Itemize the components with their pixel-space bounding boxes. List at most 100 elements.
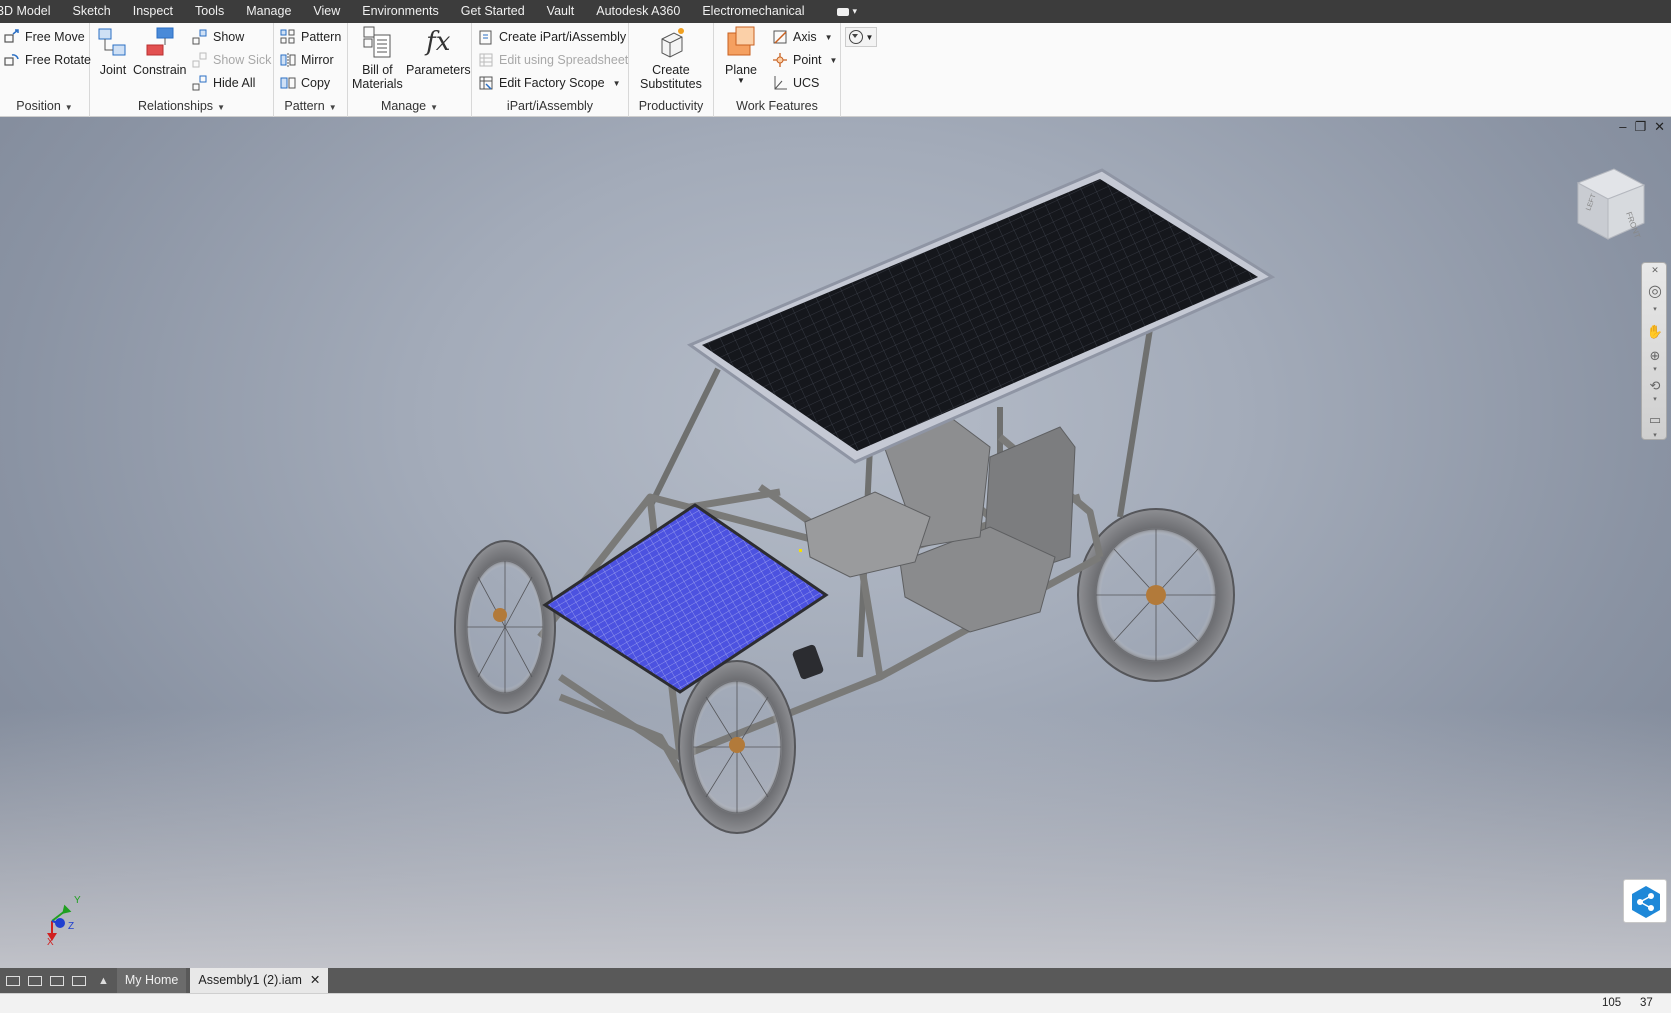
chevron-down-icon[interactable]: ▾ [1646, 429, 1664, 443]
show-sick-button[interactable]: Show Sick [192, 50, 271, 70]
panel-work-features: Plane ▼ Axis ▼ Point ▼ UCS Work Features [714, 23, 841, 117]
create-ipart-icon [478, 29, 494, 45]
edit-factory-scope-label: Edit Factory Scope [499, 76, 605, 90]
chevron-down-icon[interactable]: ▾ [1646, 393, 1664, 407]
front-right-wheel [678, 660, 796, 834]
panel-manage-title[interactable]: Manage ▼ [348, 99, 471, 113]
solar-vehicle-model[interactable] [0, 117, 1671, 968]
panel-pattern-title[interactable]: Pattern ▼ [274, 99, 347, 113]
parameters-fx-icon: fx [426, 27, 451, 57]
pan-icon[interactable]: ✋ [1646, 325, 1664, 339]
chevron-down-icon: ▼ [865, 32, 874, 42]
graphics-viewport[interactable]: – ❐ ✕ FRONT LEFT ✕ ◎ ▾ ✋ ⊕ ▾ ⟲ ▾ ▭ ▾ X Y… [0, 117, 1671, 968]
tab-list-up-icon[interactable]: ▲ [98, 975, 109, 987]
panel-position-title-text: Position [16, 99, 61, 113]
panel-ipart-title: iPart/iAssembly [506, 99, 594, 113]
tile-vertical-icon[interactable] [70, 974, 88, 988]
menu-tab-sketch[interactable]: Sketch [62, 0, 122, 23]
pattern-icon [280, 29, 296, 45]
tile-horizontal-icon[interactable] [48, 974, 66, 988]
close-icon[interactable]: ✕ [1654, 119, 1665, 135]
panel-relationships: Joint Constrain Show Show Sick Hide All [90, 23, 274, 117]
edit-factory-scope-button[interactable]: Edit Factory Scope ▼ [478, 73, 621, 93]
pattern-button[interactable]: Pattern [280, 27, 341, 47]
share-button[interactable] [1623, 879, 1667, 923]
navbar-close-icon[interactable]: ✕ [1646, 263, 1664, 277]
show-button[interactable]: Show [192, 27, 244, 47]
chevron-down-icon[interactable]: ▾ [1646, 363, 1664, 377]
point-button[interactable]: Point ▼ [772, 50, 837, 70]
create-substitutes-button[interactable]: Create Substitutes [640, 25, 702, 91]
mirror-button[interactable]: Mirror [280, 50, 334, 70]
navigation-bar: ✕ ◎ ▾ ✋ ⊕ ▾ ⟲ ▾ ▭ ▾ [1641, 262, 1667, 440]
free-rotate-button[interactable]: Free Rotate [4, 50, 91, 70]
look-at-icon[interactable]: ▭ [1646, 413, 1664, 427]
tab-my-home[interactable]: My Home [116, 968, 187, 993]
tile-windows-icon[interactable] [26, 974, 44, 988]
document-tab-strip: ▲ My Home Assembly1 (2).iam ✕ [0, 968, 1671, 993]
menu-tab-autodesk-a360[interactable]: Autodesk A360 [585, 0, 691, 23]
panel-productivity: Create Substitutes Productivity [629, 23, 714, 117]
copy-button[interactable]: Copy [280, 73, 330, 93]
free-move-label: Free Move [25, 30, 85, 44]
panel-relationships-title-text: Relationships [138, 99, 214, 113]
joint-button[interactable]: Joint [96, 25, 130, 77]
free-move-button[interactable]: Free Move [4, 27, 85, 47]
chevron-down-icon: ▼ [430, 103, 439, 112]
spreadsheet-icon [478, 52, 494, 68]
bom-label-line2: Materials [352, 77, 403, 91]
show-sick-icon [192, 52, 208, 68]
tab-assembly-document[interactable]: Assembly1 (2).iam ✕ [190, 968, 329, 993]
edit-spreadsheet-button[interactable]: Edit using Spreadsheet [478, 50, 628, 70]
hide-all-button[interactable]: Hide All [192, 73, 255, 93]
orbit-icon[interactable]: ⟲ [1646, 379, 1664, 393]
parameters-button[interactable]: fx Parameters [406, 25, 471, 77]
axis-triad: X Y Z [40, 891, 90, 948]
tab-assembly-label: Assembly1 (2).iam [198, 973, 302, 987]
zoom-icon[interactable]: ⊕ [1646, 349, 1664, 363]
selection-marker [799, 549, 802, 552]
ribbon-display-toggle[interactable]: ▾ [837, 6, 857, 17]
axis-z-label: Z [68, 921, 74, 932]
menu-tab-electromechanical[interactable]: Electromechanical [691, 0, 815, 23]
chevron-down-icon: ▼ [328, 103, 337, 112]
menu-tab-tools[interactable]: Tools [184, 0, 235, 23]
panel-productivity-title: Productivity [638, 99, 704, 113]
joint-icon [96, 25, 130, 59]
bill-of-materials-button[interactable]: Bill of Materials [352, 25, 403, 91]
free-rotate-label: Free Rotate [25, 53, 92, 67]
axis-button[interactable]: Axis ▼ [772, 27, 833, 47]
restore-icon[interactable]: ❐ [1634, 119, 1646, 135]
ribbon-options-button[interactable]: ▼ [845, 27, 877, 47]
mirror-label: Mirror [301, 53, 334, 67]
constrain-button[interactable]: Constrain [133, 25, 187, 77]
chevron-down-icon: ▼ [217, 103, 225, 112]
menu-tab-get-started[interactable]: Get Started [450, 0, 536, 23]
menu-tab-inspect[interactable]: Inspect [122, 0, 184, 23]
steering-wheel-icon[interactable]: ◎ [1646, 284, 1664, 300]
menu-tab-vault[interactable]: Vault [536, 0, 586, 23]
edit-spreadsheet-label: Edit using Spreadsheet [499, 53, 629, 67]
panel-relationships-title[interactable]: Relationships ▼ [90, 99, 273, 113]
create-ipart-button[interactable]: Create iPart/iAssembly [478, 27, 626, 47]
panel-position-title[interactable]: Position ▼ [0, 99, 89, 113]
panel-manage: Bill of Materials fx Parameters Manage ▼ [348, 23, 472, 117]
document-window-controls: – ❐ ✕ [1619, 119, 1665, 135]
menu-tab-environments[interactable]: Environments [351, 0, 449, 23]
panel-position: Free Move Free Rotate Position ▼ [0, 23, 91, 117]
chevron-down-icon: ▼ [64, 103, 73, 112]
menu-tab-3d-model[interactable]: 3D Model [0, 0, 62, 23]
menu-tab-view[interactable]: View [302, 0, 351, 23]
view-cube[interactable]: FRONT LEFT [1574, 165, 1646, 241]
menu-tab-manage[interactable]: Manage [235, 0, 302, 23]
cascade-windows-icon[interactable] [4, 974, 22, 988]
joint-label: Joint [99, 63, 127, 77]
bom-label-line1: Bill of [362, 63, 393, 77]
ucs-button[interactable]: UCS [772, 73, 819, 93]
minimize-icon[interactable]: – [1619, 119, 1626, 135]
chevron-down-icon[interactable]: ▾ [1646, 303, 1664, 317]
plane-button[interactable]: Plane ▼ [724, 25, 758, 85]
panel-work-features-title: Work Features [736, 99, 818, 113]
close-tab-icon[interactable]: ✕ [310, 973, 320, 987]
bill-of-materials-icon [360, 25, 394, 59]
